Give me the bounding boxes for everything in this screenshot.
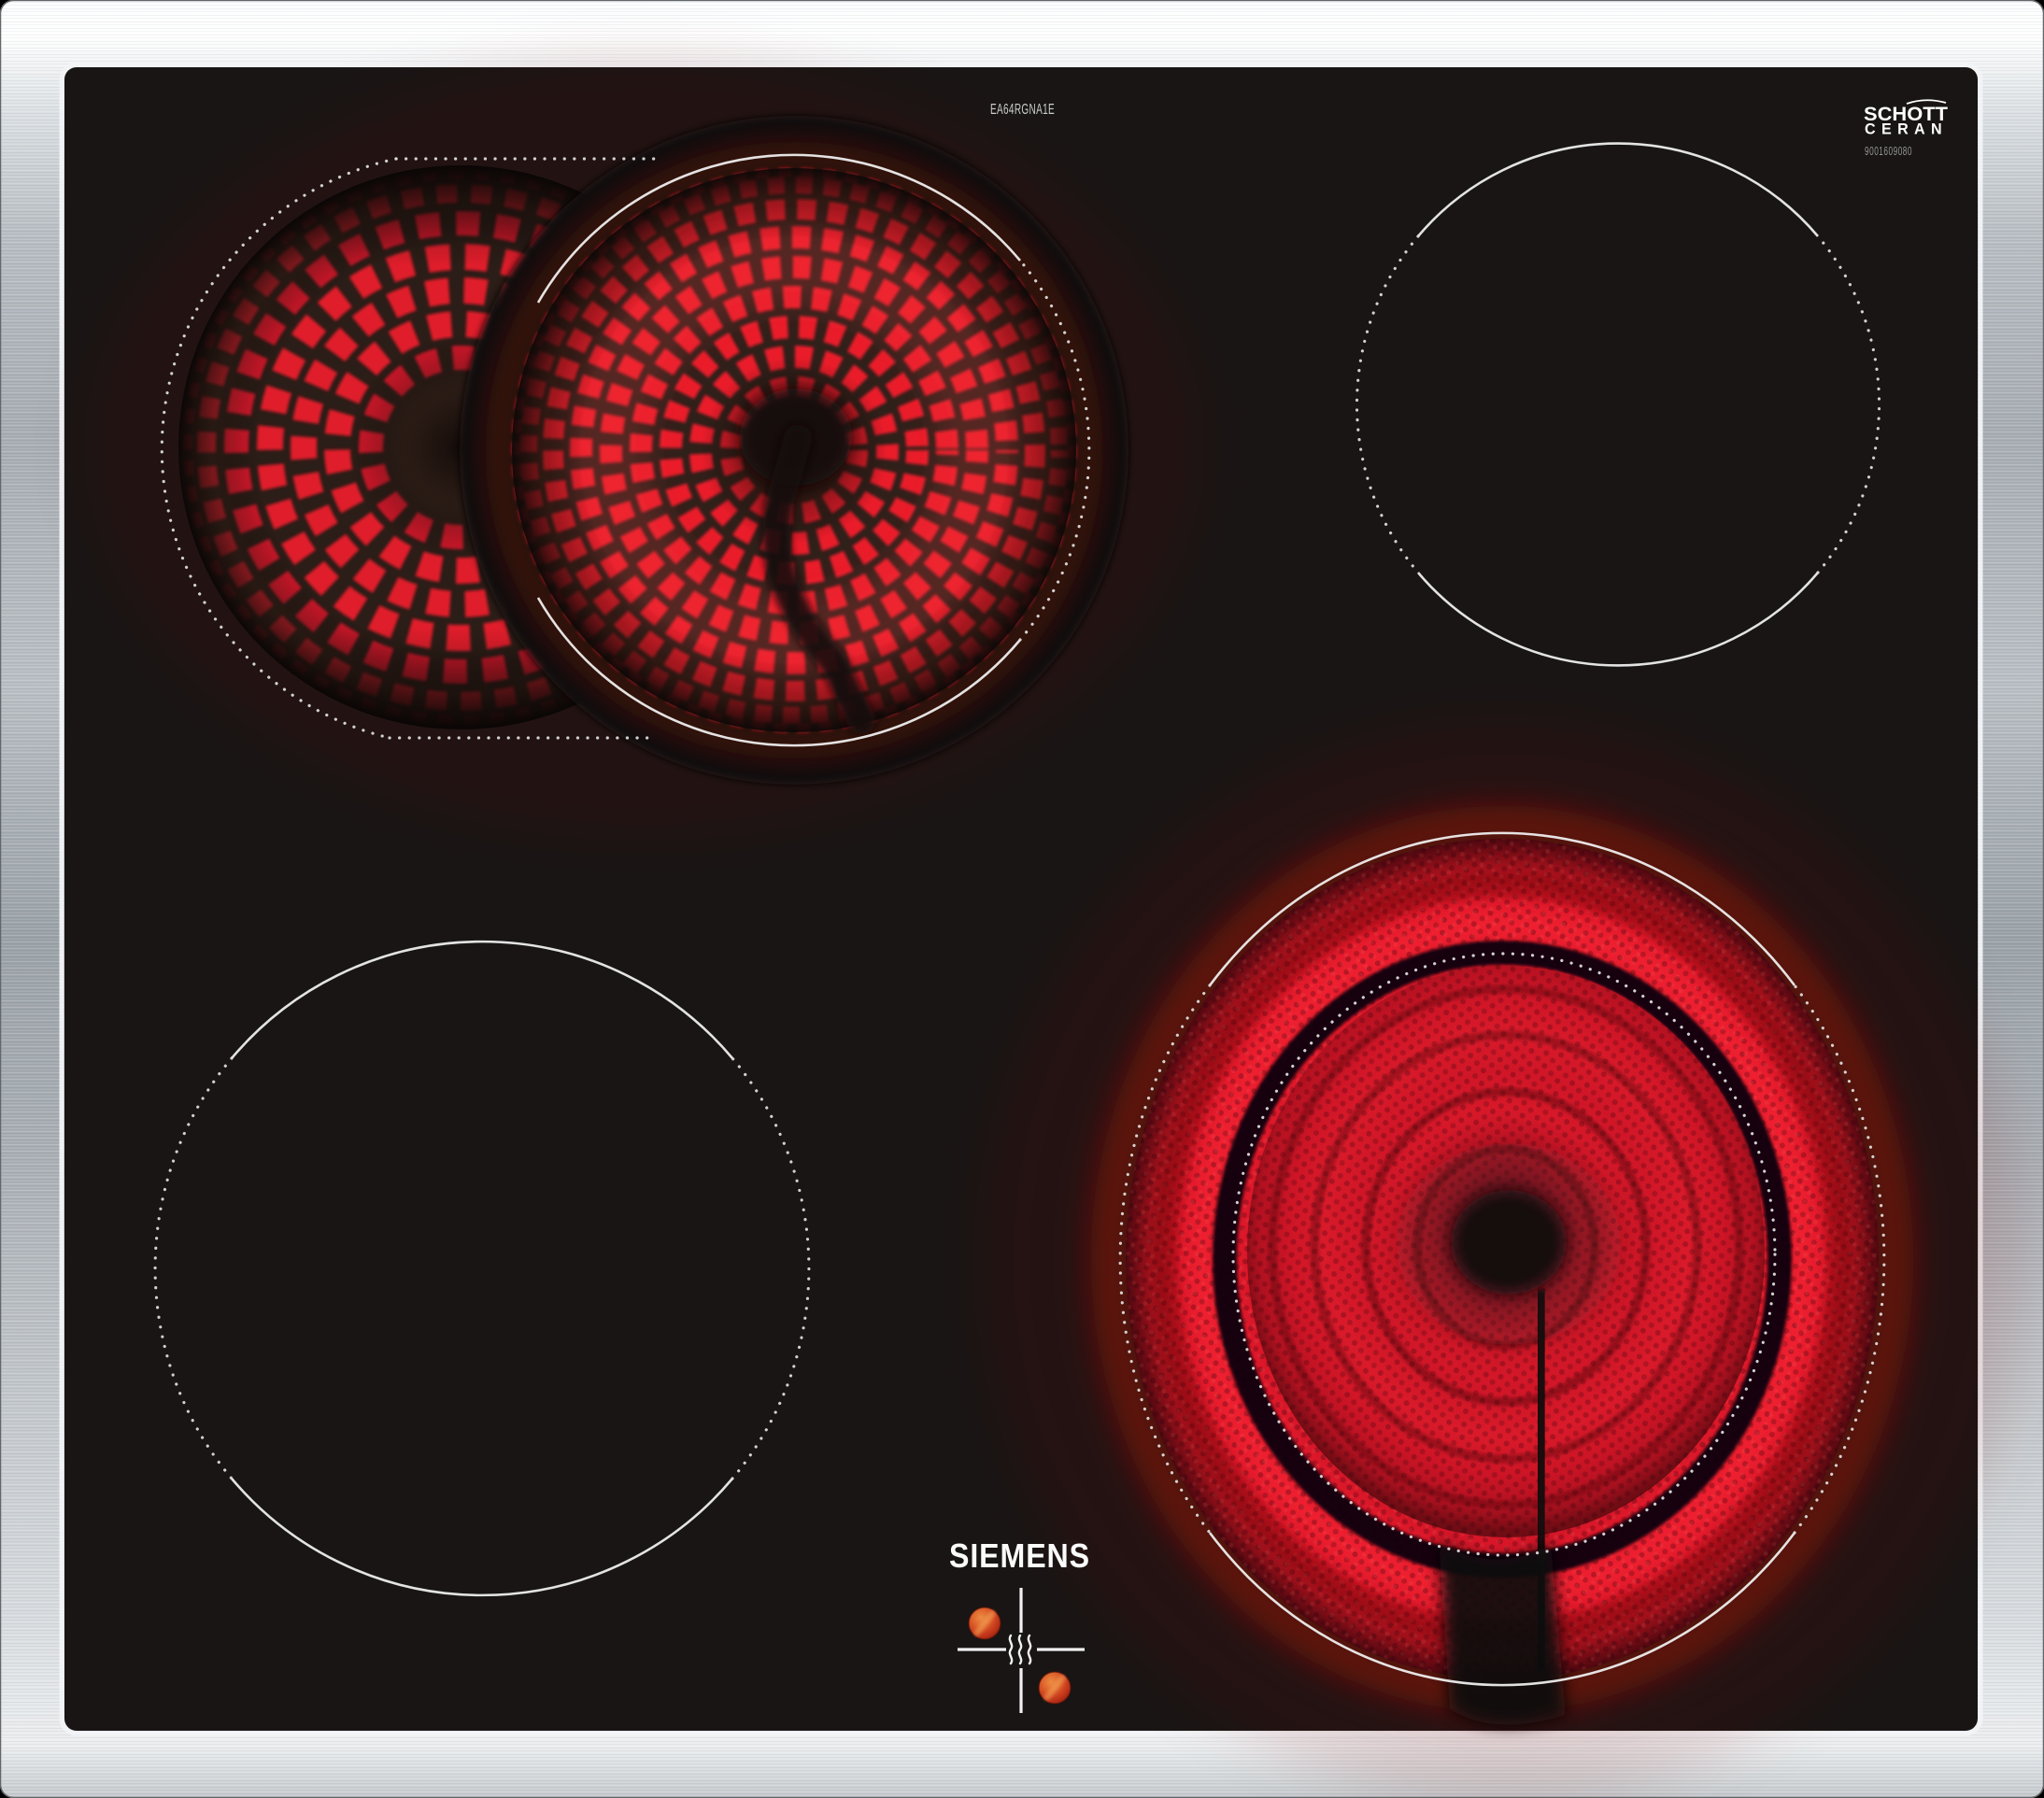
cooktop-photo: EA64RGNA1E SCHOTT CERAN 9001609080 SIEME… bbox=[0, 0, 2044, 1798]
cooktop-scene: EA64RGNA1E SCHOTT CERAN 9001609080 SIEME… bbox=[0, 0, 2044, 1798]
cooking-zone-back-left bbox=[178, 116, 1128, 785]
fr-center-dark-spot bbox=[1451, 1190, 1567, 1295]
residual-heat-dot-back bbox=[968, 1607, 1001, 1640]
ceran-wordmark: CERAN bbox=[1865, 121, 1948, 138]
model-number-label: EA64RGNA1E bbox=[990, 102, 1055, 118]
residual-heat-dot-front bbox=[1038, 1671, 1072, 1705]
fr-terminal-shadow bbox=[1439, 1541, 1566, 1725]
print-code-label: 9001609080 bbox=[1865, 144, 1912, 158]
siemens-logo: SIEMENS bbox=[949, 1536, 1090, 1575]
